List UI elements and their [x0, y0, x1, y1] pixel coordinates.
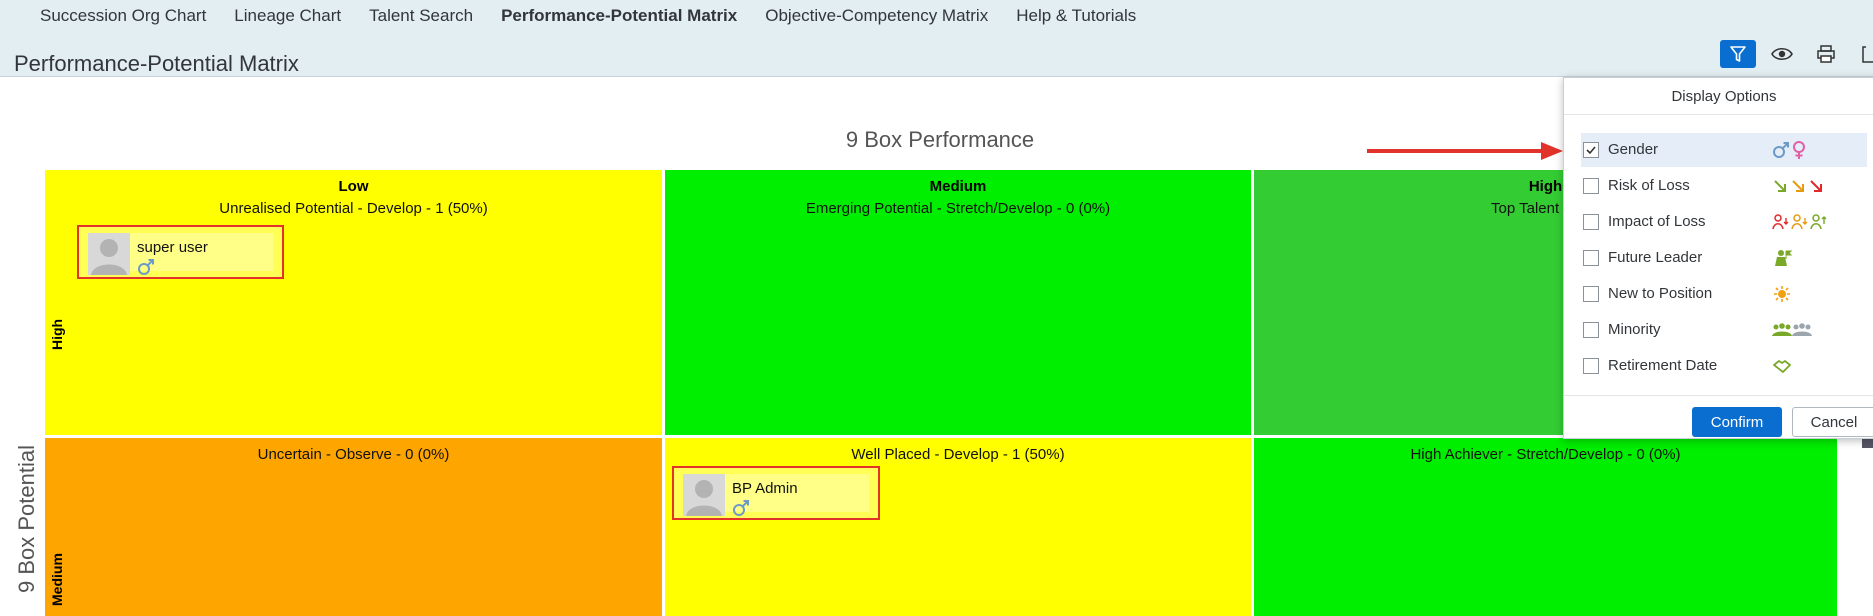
person-card-super-user[interactable]: super user — [77, 225, 284, 279]
option-label: Retirement Date — [1608, 357, 1718, 374]
matrix-cell-medium-high: High Achiever - Stretch/Develop - 0 (0%) — [1254, 438, 1837, 616]
export-icon — [1862, 46, 1873, 63]
avatar — [683, 474, 725, 516]
row-head-high: High — [49, 318, 65, 350]
person-down-orange-icon — [1791, 214, 1808, 230]
person-down-red-icon — [1772, 214, 1789, 230]
cell-label: Emerging Potential - Stretch/Develop - 0… — [805, 200, 1111, 217]
nav-succession-org-chart[interactable]: Succession Org Chart — [40, 6, 206, 26]
nav-performance-potential-matrix[interactable]: Performance-Potential Matrix — [501, 6, 737, 26]
option-label: Minority — [1608, 321, 1661, 338]
nav-help-tutorials[interactable]: Help & Tutorials — [1016, 6, 1136, 26]
option-new-to-position[interactable]: New to Position — [1581, 277, 1867, 311]
option-future-leader[interactable]: Future Leader — [1581, 241, 1867, 275]
person-name[interactable]: BP Admin — [732, 480, 798, 497]
option-retirement-date[interactable]: Retirement Date — [1581, 349, 1867, 383]
cancel-button[interactable]: Cancel — [1792, 407, 1873, 437]
person-name[interactable]: super user — [137, 239, 208, 256]
group-green-icon — [1772, 323, 1792, 336]
nav-objective-competency-matrix[interactable]: Objective-Competency Matrix — [765, 6, 988, 26]
male-icon — [733, 500, 749, 516]
person-card-bp-admin[interactable]: BP Admin — [672, 466, 880, 520]
male-icon — [138, 259, 154, 275]
option-impact-of-loss[interactable]: Impact of Loss — [1581, 205, 1867, 239]
arrow-down-right-red-icon — [1810, 180, 1822, 192]
impact-of-loss-checkbox[interactable] — [1583, 214, 1599, 230]
display-options-popover: Display Options Gender Risk of Loss Impa… — [1563, 77, 1873, 439]
cell-label: High Achiever - Stretch/Develop - 0 (0%) — [1410, 446, 1681, 463]
female-icon — [1793, 141, 1805, 159]
column-head-medium: Medium — [929, 178, 987, 195]
print-icon — [1817, 45, 1835, 63]
annotation-arrow — [1367, 142, 1563, 160]
page-title: Performance-Potential Matrix — [14, 51, 299, 76]
minority-checkbox[interactable] — [1583, 322, 1599, 338]
option-label: Future Leader — [1608, 249, 1703, 266]
handshake-icon — [1773, 360, 1791, 373]
option-label: Risk of Loss — [1608, 177, 1690, 194]
option-minority[interactable]: Minority — [1581, 313, 1867, 347]
retirement-date-checkbox[interactable] — [1583, 358, 1599, 374]
export-button[interactable] — [1852, 40, 1873, 68]
matrix-cell-medium-low: Uncertain - Observe - 0 (0%) Medium — [45, 438, 662, 616]
matrix-cell-high-medium: Medium Emerging Potential - Stretch/Deve… — [665, 170, 1251, 435]
group-grey-icon — [1792, 323, 1812, 336]
top-navigation: Succession Org Chart Lineage Chart Talen… — [40, 6, 1164, 26]
new-to-position-checkbox[interactable] — [1583, 286, 1599, 302]
column-head-low: Low — [338, 178, 369, 195]
print-button[interactable] — [1808, 40, 1844, 68]
male-icon — [1773, 142, 1789, 158]
check-icon — [1586, 146, 1596, 155]
risk-of-loss-checkbox[interactable] — [1583, 178, 1599, 194]
gender-checkbox[interactable] — [1583, 142, 1599, 158]
option-label: New to Position — [1608, 285, 1713, 302]
future-leader-icon — [1775, 250, 1793, 266]
person-up-green-icon — [1810, 214, 1827, 230]
eye-icon — [1771, 47, 1793, 61]
confirm-button[interactable]: Confirm — [1692, 407, 1782, 437]
filter-button[interactable] — [1720, 40, 1756, 68]
arrow-down-right-green-icon — [1774, 180, 1786, 192]
option-gender[interactable]: Gender — [1581, 133, 1867, 167]
view-button[interactable] — [1764, 40, 1800, 68]
shell-header: Succession Org Chart Lineage Chart Talen… — [0, 0, 1873, 77]
option-risk-of-loss[interactable]: Risk of Loss — [1581, 169, 1867, 203]
cell-label: Uncertain - Observe - 0 (0%) — [257, 446, 450, 463]
option-label: Impact of Loss — [1608, 213, 1706, 230]
popover-title: Display Options — [1671, 88, 1777, 105]
matrix-cell-medium-medium: Well Placed - Develop - 1 (50%) BP Admin — [665, 438, 1251, 616]
sun-icon — [1774, 286, 1790, 302]
nav-talent-search[interactable]: Talent Search — [369, 6, 473, 26]
app-window: Succession Org Chart Lineage Chart Talen… — [0, 0, 1873, 616]
cell-label: Unrealised Potential - Develop - 1 (50%) — [219, 200, 488, 217]
future-leader-checkbox[interactable] — [1583, 250, 1599, 266]
matrix-cell-high-low: Low Unrealised Potential - Develop - 1 (… — [45, 170, 662, 435]
matrix-y-title: 9 Box Potential — [14, 445, 39, 593]
nav-lineage-chart[interactable]: Lineage Chart — [234, 6, 341, 26]
filter-icon — [1730, 46, 1746, 62]
row-head-medium: Medium — [49, 553, 65, 606]
option-label: Gender — [1608, 141, 1659, 158]
avatar — [88, 233, 130, 275]
cell-label: Well Placed - Develop - 1 (50%) — [851, 446, 1065, 463]
arrow-down-right-orange-icon — [1792, 180, 1804, 192]
